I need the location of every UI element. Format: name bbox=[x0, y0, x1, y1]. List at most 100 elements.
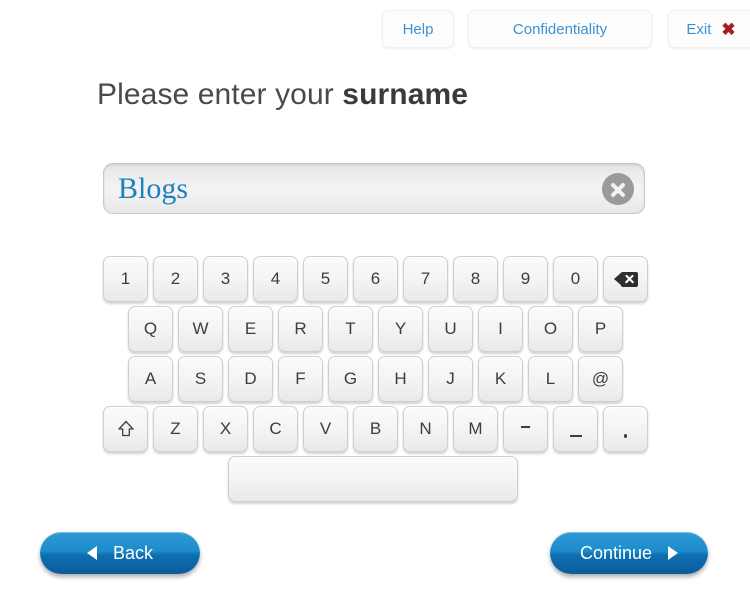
underscore-glyph bbox=[569, 434, 582, 438]
key-underscore[interactable] bbox=[553, 406, 598, 452]
key-y[interactable]: Y bbox=[378, 306, 423, 352]
help-button-label: Help bbox=[402, 20, 434, 38]
key-s[interactable]: S bbox=[178, 356, 223, 402]
clear-circle-x-icon[interactable] bbox=[602, 173, 634, 205]
key-f-label: F bbox=[295, 369, 306, 388]
key-o[interactable]: O bbox=[528, 306, 573, 352]
key-r[interactable]: R bbox=[278, 306, 323, 352]
key-v[interactable]: V bbox=[303, 406, 348, 452]
triangle-right-icon bbox=[668, 546, 679, 560]
key-g-label: G bbox=[343, 369, 358, 388]
key-4[interactable]: 4 bbox=[253, 256, 298, 302]
key-x-label: X bbox=[219, 419, 232, 438]
page-title: Please enter your surname bbox=[97, 78, 468, 112]
key-w-label: W bbox=[192, 319, 209, 338]
surname-input-value: Blogs bbox=[118, 172, 189, 205]
key-j[interactable]: J bbox=[428, 356, 473, 402]
exit-button[interactable]: Exit ✖ bbox=[668, 10, 750, 48]
page-title-emphasis: surname bbox=[342, 78, 469, 111]
key-e-label: E bbox=[244, 319, 257, 338]
key-2[interactable]: 2 bbox=[153, 256, 198, 302]
key-0-label: 0 bbox=[570, 269, 581, 288]
key-p-label: P bbox=[594, 319, 607, 338]
key-t-label: T bbox=[345, 319, 356, 338]
key-0[interactable]: 0 bbox=[553, 256, 598, 302]
continue-button[interactable]: Continue bbox=[550, 532, 708, 574]
period-glyph bbox=[623, 434, 628, 438]
key-u[interactable]: U bbox=[428, 306, 473, 352]
key-3[interactable]: 3 bbox=[203, 256, 248, 302]
key-c[interactable]: C bbox=[253, 406, 298, 452]
key-l-label: L bbox=[545, 369, 556, 388]
key-m-label: M bbox=[468, 419, 483, 438]
key-d-label: D bbox=[244, 369, 257, 388]
back-button[interactable]: Back bbox=[40, 532, 200, 574]
key-x[interactable]: X bbox=[203, 406, 248, 452]
key-h[interactable]: H bbox=[378, 356, 423, 402]
key-hyphen[interactable] bbox=[503, 406, 548, 452]
key-2-label: 2 bbox=[170, 269, 181, 288]
key-7[interactable]: 7 bbox=[403, 256, 448, 302]
key-8[interactable]: 8 bbox=[453, 256, 498, 302]
key-e[interactable]: E bbox=[228, 306, 273, 352]
key-g[interactable]: G bbox=[328, 356, 373, 402]
key-9[interactable]: 9 bbox=[503, 256, 548, 302]
key-7-label: 7 bbox=[420, 269, 431, 288]
surname-input[interactable]: Blogs bbox=[103, 163, 645, 214]
key-k[interactable]: K bbox=[478, 356, 523, 402]
key-space[interactable] bbox=[228, 456, 518, 502]
key-z[interactable]: Z bbox=[153, 406, 198, 452]
shift-arrow-icon bbox=[117, 420, 134, 437]
close-x-icon: ✖ bbox=[721, 19, 736, 39]
key-q-label: Q bbox=[143, 319, 158, 338]
key-m[interactable]: M bbox=[453, 406, 498, 452]
confidentiality-button[interactable]: Confidentiality bbox=[468, 10, 652, 48]
key-a-label: A bbox=[144, 369, 157, 388]
hyphen-glyph bbox=[521, 425, 530, 429]
key-k-label: K bbox=[494, 369, 507, 388]
key-9-label: 9 bbox=[520, 269, 531, 288]
key-4-label: 4 bbox=[270, 269, 281, 288]
key-shift[interactable] bbox=[103, 406, 148, 452]
key-l[interactable]: L bbox=[528, 356, 573, 402]
back-button-label: Back bbox=[112, 542, 154, 563]
help-button[interactable]: Help bbox=[382, 10, 454, 48]
key-1-label: 1 bbox=[120, 269, 131, 288]
key-c-label: C bbox=[269, 419, 282, 438]
key-s-label: S bbox=[194, 369, 207, 388]
key-6[interactable]: 6 bbox=[353, 256, 398, 302]
key-b[interactable]: B bbox=[353, 406, 398, 452]
key-n[interactable]: N bbox=[403, 406, 448, 452]
key-i-label: I bbox=[498, 319, 503, 338]
key-o-label: O bbox=[543, 319, 558, 338]
zxcv-row: ZXCVBNM bbox=[103, 406, 648, 452]
key-5[interactable]: 5 bbox=[303, 256, 348, 302]
onscreen-keyboard: 1 2 3 4 5 6 7 8 9 0 Q W E R T Y U I O P A S D F G H J K L @ Z X C V B N M bbox=[0, 256, 750, 506]
exit-button-label: Exit bbox=[686, 20, 712, 38]
key-period[interactable] bbox=[603, 406, 648, 452]
backspace-icon bbox=[613, 271, 638, 287]
key-w[interactable]: W bbox=[178, 306, 223, 352]
key-v-label: V bbox=[319, 419, 332, 438]
key-b-label: B bbox=[369, 419, 382, 438]
key-5-label: 5 bbox=[320, 269, 331, 288]
key-6-label: 6 bbox=[370, 269, 381, 288]
key-backspace[interactable] bbox=[603, 256, 648, 302]
key-f[interactable]: F bbox=[278, 356, 323, 402]
page-title-prefix: Please enter your bbox=[97, 78, 343, 111]
key-3-label: 3 bbox=[220, 269, 231, 288]
key-8-label: 8 bbox=[470, 269, 481, 288]
key-a[interactable]: A bbox=[128, 356, 173, 402]
key-1[interactable]: 1 bbox=[103, 256, 148, 302]
key-n-label: N bbox=[419, 419, 432, 438]
key-i[interactable]: I bbox=[478, 306, 523, 352]
key-at[interactable]: @ bbox=[578, 356, 623, 402]
key-r-label: R bbox=[294, 319, 307, 338]
key-q[interactable]: Q bbox=[128, 306, 173, 352]
space-row bbox=[228, 456, 518, 502]
key-d[interactable]: D bbox=[228, 356, 273, 402]
key-t[interactable]: T bbox=[328, 306, 373, 352]
key-p[interactable]: P bbox=[578, 306, 623, 352]
continue-button-label: Continue bbox=[579, 542, 653, 563]
asdf-row: A S D F G H J K L @ bbox=[128, 356, 623, 402]
